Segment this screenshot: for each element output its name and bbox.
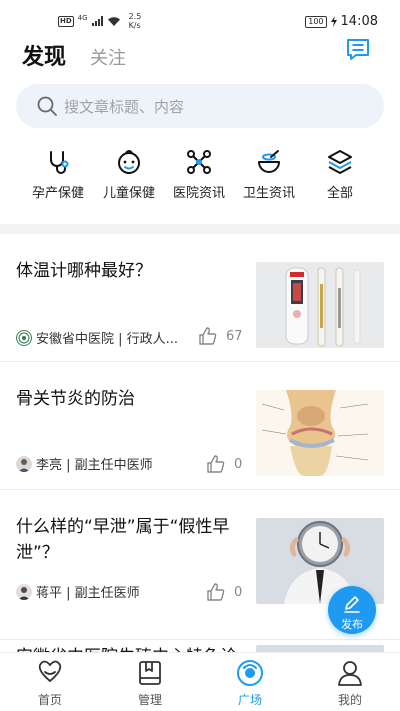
article-item[interactable]: 骨关节炎的防治 李亮 | 副主任中医师 0 xyxy=(0,362,400,490)
baby-face-icon xyxy=(118,150,140,174)
medicine-bowl-icon xyxy=(258,150,280,173)
category-label: 孕产保健 xyxy=(31,186,84,201)
nav-label: 首页 xyxy=(37,693,62,707)
search-placeholder: 搜文章标题、内容 xyxy=(64,98,185,116)
charging-icon xyxy=(330,16,337,27)
status-bar: HD 4G 2.5 K/s 100 14:08 xyxy=(0,0,400,40)
like-button[interactable]: 0 xyxy=(206,582,242,602)
category-health-news[interactable]: 卫生资讯 xyxy=(229,148,309,201)
status-right: 100 14:08 xyxy=(305,14,378,29)
publish-label: 发布 xyxy=(341,618,363,631)
category-hospital-news[interactable]: 医院资讯 xyxy=(159,148,239,201)
nav-label: 管理 xyxy=(137,693,162,707)
section-divider xyxy=(0,224,400,234)
article-title: 骨关节炎的防治 xyxy=(16,389,135,409)
net-speed-unit: K/s xyxy=(128,21,141,30)
category-maternity[interactable]: 孕产保健 xyxy=(18,148,98,201)
net-speed: 2.5 K/s xyxy=(129,12,142,30)
thermometer-image xyxy=(256,262,384,348)
bottom-nav: 首页 管理 广场 我的 xyxy=(0,652,400,711)
battery-icon: 100 xyxy=(305,15,327,28)
home-icon xyxy=(38,660,62,683)
nav-label: 广场 xyxy=(237,693,262,707)
article-meta: 安徽省中医院 | 行政人... xyxy=(16,328,178,347)
article-title: 体温计哪种最好？ xyxy=(16,261,152,281)
message-icon[interactable] xyxy=(344,36,372,64)
article-meta: 李亮 | 副主任中医师 xyxy=(16,454,153,473)
thumbs-up-icon xyxy=(199,327,217,345)
category-bar: 孕产保健 儿童保健 医院资讯 卫生资讯 全部 xyxy=(0,148,400,208)
thumbs-up-icon xyxy=(207,583,225,601)
article-meta: 蒋平 | 副主任医师 xyxy=(16,582,140,601)
article-item[interactable]: 体温计哪种最好？ 安徽省中医院 | 行政人... 67 xyxy=(0,234,400,362)
square-icon xyxy=(237,660,263,686)
nav-mine[interactable]: 我的 xyxy=(320,659,380,708)
wifi-icon xyxy=(107,16,120,26)
knee-joint-image xyxy=(256,390,384,476)
like-button[interactable]: 67 xyxy=(198,326,243,346)
clock: 14:08 xyxy=(340,14,378,29)
category-label: 儿童保健 xyxy=(102,186,155,201)
author-avatar xyxy=(16,455,32,472)
network-type: 4G xyxy=(77,14,88,22)
nav-square[interactable]: 广场 xyxy=(220,659,280,708)
thumbs-up-icon xyxy=(207,455,225,473)
book-icon xyxy=(139,661,161,685)
category-label: 卫生资讯 xyxy=(242,186,295,201)
category-all[interactable]: 全部 xyxy=(300,148,380,201)
category-label: 医院资讯 xyxy=(172,186,225,201)
article-author: 安徽省中医院 | 行政人... xyxy=(36,332,179,347)
like-count: 0 xyxy=(234,456,243,472)
author-avatar xyxy=(16,583,32,600)
pencil-icon xyxy=(344,596,360,613)
status-left: HD 4G 2.5 K/s xyxy=(58,12,141,30)
nav-label: 我的 xyxy=(337,693,362,707)
search-icon xyxy=(37,96,57,116)
profile-icon xyxy=(338,661,362,686)
net-speed-value: 2.5 xyxy=(128,12,142,21)
signal-icon xyxy=(91,16,103,26)
category-child[interactable]: 儿童保健 xyxy=(89,148,169,201)
like-count: 0 xyxy=(234,584,243,600)
like-button[interactable]: 0 xyxy=(206,454,242,474)
layers-icon xyxy=(328,150,352,174)
stethoscope-icon xyxy=(50,151,69,174)
network-icon xyxy=(187,150,211,174)
category-label: 全部 xyxy=(326,186,353,201)
article-title: 什么样的“早泄”属于“假性早泄”？ xyxy=(16,517,230,563)
publish-button[interactable]: 发布 xyxy=(328,586,376,634)
search-input[interactable]: 搜文章标题、内容 xyxy=(16,84,384,128)
hd-badge: HD xyxy=(58,15,74,27)
tab-follow[interactable]: 关注 xyxy=(90,44,126,70)
like-count: 67 xyxy=(226,328,243,344)
tab-discover[interactable]: 发现 xyxy=(22,39,66,71)
hospital-logo-icon xyxy=(16,329,32,346)
article-author: 李亮 | 副主任中医师 xyxy=(36,458,153,473)
header: 发现 关注 xyxy=(0,36,400,76)
nav-home[interactable]: 首页 xyxy=(20,659,80,708)
article-author: 蒋平 | 副主任医师 xyxy=(36,586,140,601)
nav-manage[interactable]: 管理 xyxy=(120,659,180,708)
